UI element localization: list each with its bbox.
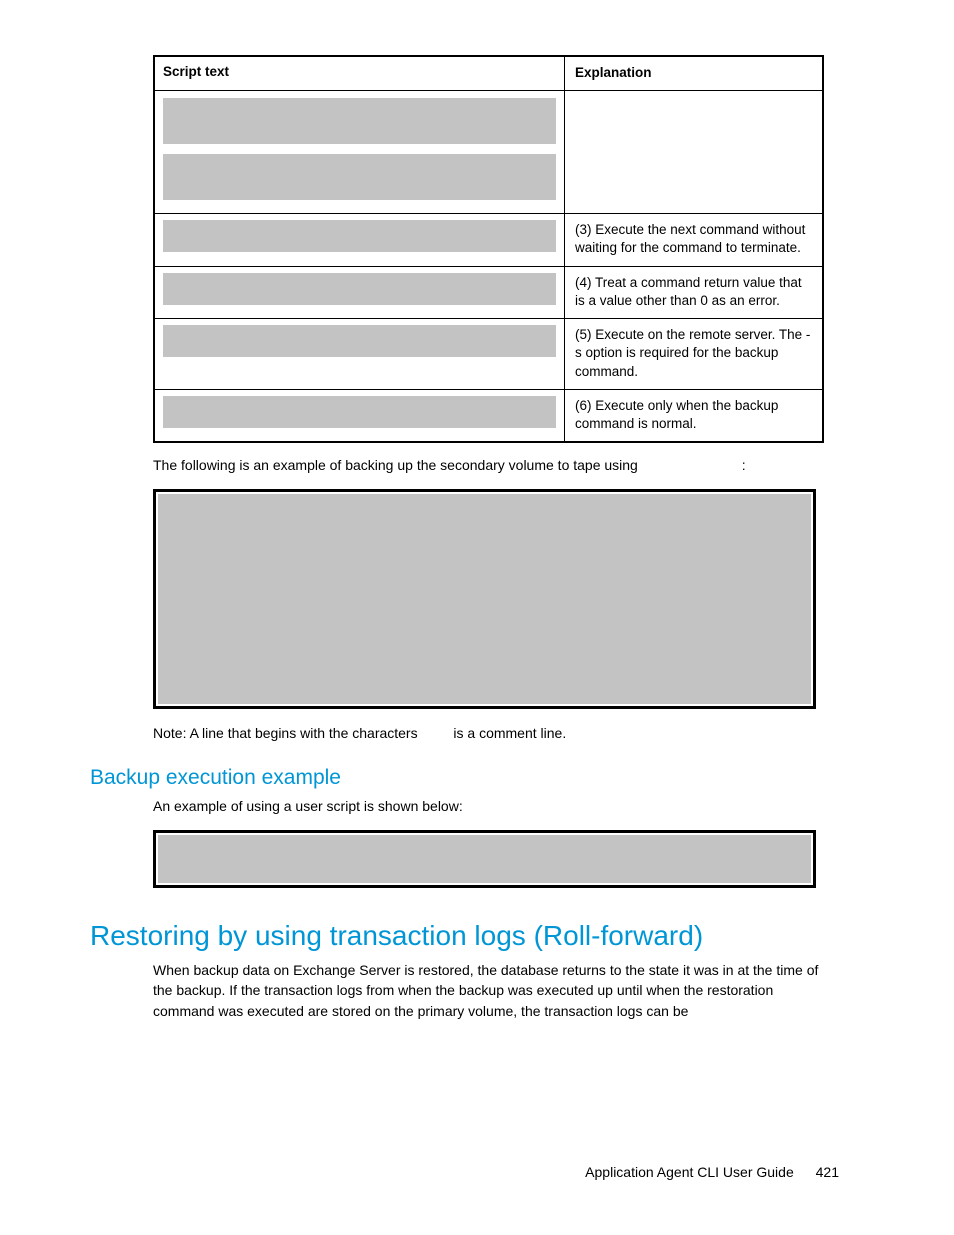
code-block: [163, 396, 556, 428]
text: is a comment line.: [453, 725, 566, 741]
table-row: (3) Execute the next command without wai…: [155, 213, 822, 265]
code-block: [163, 154, 556, 200]
paragraph-subtext: An example of using a user script is sho…: [153, 796, 833, 816]
heading-restoring-by-using-transaction-logs: Restoring by using transaction logs (Rol…: [90, 920, 839, 952]
cell-explanation: (5) Execute on the remote server. The -s…: [565, 319, 822, 389]
table-header-row: Script text Explanation: [155, 57, 822, 90]
table-row: [155, 90, 822, 213]
cell-scripttext: [155, 91, 565, 213]
footer-page-number: 421: [816, 1164, 839, 1180]
code-block: [158, 835, 811, 883]
cell-scripttext: [155, 267, 565, 318]
table-row: (6) Execute only when the backup command…: [155, 389, 822, 441]
code-block: [158, 494, 811, 704]
cell-scripttext: [155, 319, 565, 389]
cell-explanation: (6) Execute only when the backup command…: [565, 390, 822, 441]
page: Script text Explanation (3) Execute the …: [0, 0, 954, 1235]
header-script-text: Script text: [155, 57, 565, 90]
code-block: [163, 325, 556, 357]
paragraph-following: The following is an example of backing u…: [153, 455, 833, 475]
table-row: (5) Execute on the remote server. The -s…: [155, 318, 822, 389]
cell-explanation: (3) Execute the next command without wai…: [565, 214, 822, 265]
code-block: [163, 98, 556, 144]
text: Note: A line that begins with the charac…: [153, 725, 422, 741]
text-trailing-colon: :: [742, 457, 746, 473]
script-table: Script text Explanation (3) Execute the …: [153, 55, 824, 443]
code-block: [163, 273, 556, 305]
example-box-large: [153, 489, 816, 709]
cell-explanation: [565, 91, 822, 213]
table-row: (4) Treat a command return value that is…: [155, 266, 822, 318]
footer-doc-title: Application Agent CLI User Guide: [585, 1164, 794, 1180]
text: The following is an example of backing u…: [153, 457, 642, 473]
header-explanation: Explanation: [565, 57, 822, 90]
note-line: Note: A line that begins with the charac…: [153, 723, 833, 743]
cell-explanation: (4) Treat a command return value that is…: [565, 267, 822, 318]
heading-backup-execution-example: Backup execution example: [90, 766, 839, 790]
cell-scripttext: [155, 214, 565, 265]
page-footer: Application Agent CLI User Guide 421: [585, 1164, 839, 1180]
cell-scripttext: [155, 390, 565, 441]
paragraph-majortext: When backup data on Exchange Server is r…: [153, 960, 833, 1021]
code-block: [163, 220, 556, 252]
example-box-small: [153, 830, 816, 888]
